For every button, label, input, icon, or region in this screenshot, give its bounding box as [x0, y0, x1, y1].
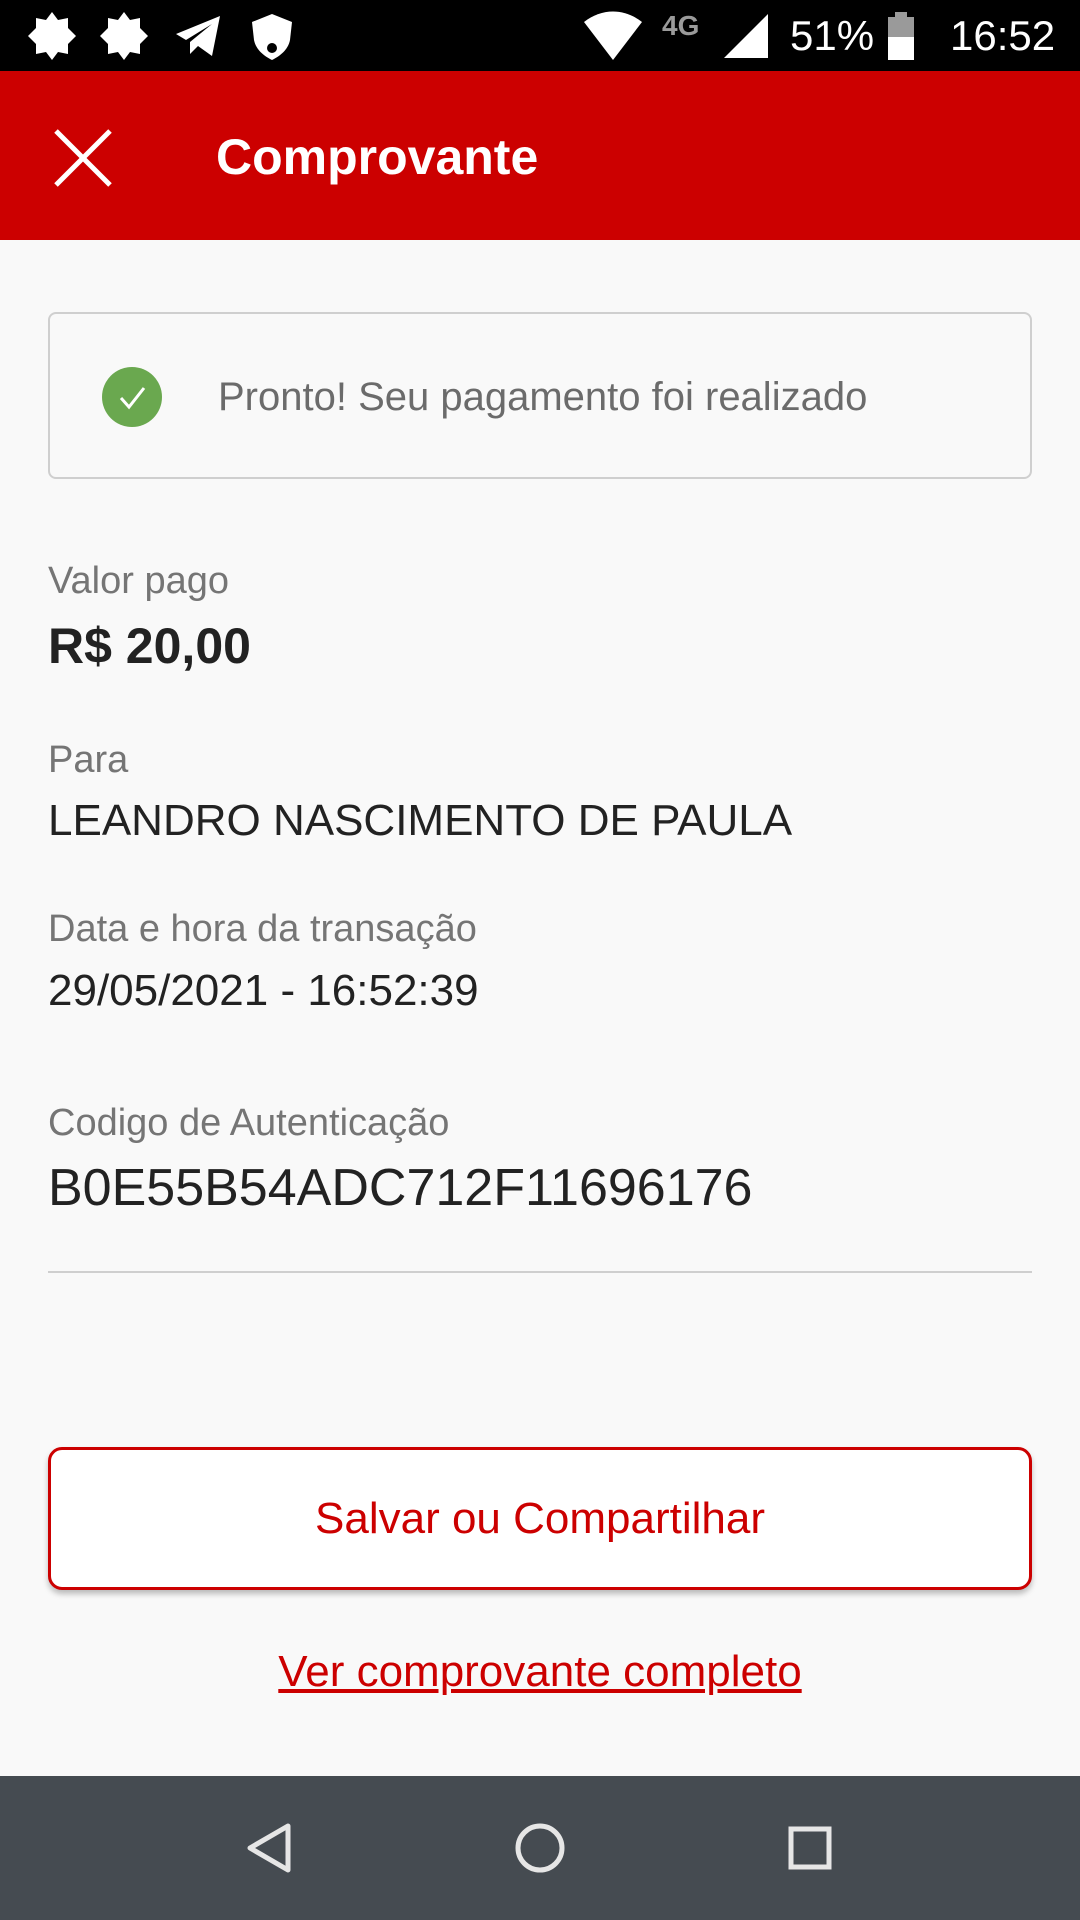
auth-code-label: Codigo de Autenticação [48, 1102, 450, 1144]
divider [48, 1271, 1032, 1273]
datetime-value: 29/05/2021 - 16:52:39 [48, 966, 479, 1015]
recipient-value: LEANDRO NASCIMENTO DE PAULA [48, 796, 793, 845]
full-receipt-link[interactable]: Ver comprovante completo [0, 1644, 1080, 1700]
screen: 4G 51% 16:52 Comprovante Pronto! Seu pag… [0, 0, 1080, 1920]
home-circle-icon[interactable] [508, 1816, 572, 1880]
battery-icon [888, 12, 914, 60]
recents-square-icon[interactable] [778, 1816, 842, 1880]
amount-label: Valor pago [48, 560, 229, 602]
success-card: Pronto! Seu pagamento foi realizado [48, 312, 1032, 479]
check-circle-icon [102, 367, 162, 427]
toolbar: Comprovante [0, 71, 1080, 240]
shield-icon [252, 14, 292, 60]
status-bar: 4G 51% 16:52 [0, 0, 1080, 71]
battery-percent: 51% [790, 12, 875, 59]
settings-badge-icon [28, 12, 76, 60]
close-icon[interactable] [46, 121, 120, 195]
datetime-label: Data e hora da transação [48, 908, 477, 950]
telegram-icon [176, 16, 220, 56]
signal-icon [724, 14, 768, 58]
success-message: Pronto! Seu pagamento foi realizado [218, 375, 868, 419]
save-share-button[interactable]: Salvar ou Compartilhar [48, 1447, 1032, 1590]
clock: 16:52 [950, 12, 1056, 59]
settings-badge-icon [100, 12, 148, 60]
navigation-bar [0, 1776, 1080, 1920]
page-title: Comprovante [216, 129, 539, 185]
back-triangle-icon[interactable] [238, 1816, 302, 1880]
wifi-icon [584, 11, 642, 60]
auth-code-value: B0E55B54ADC712F11696176 [48, 1159, 753, 1217]
network-type: 4G [662, 10, 700, 41]
amount-value: R$ 20,00 [48, 618, 251, 674]
recipient-label: Para [48, 739, 129, 781]
